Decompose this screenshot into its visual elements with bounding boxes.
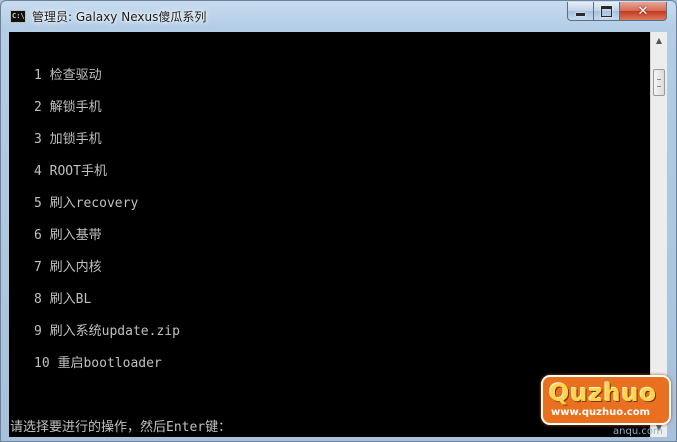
maximize-button[interactable] bbox=[594, 2, 620, 21]
scrollbar-thumb[interactable] bbox=[653, 69, 665, 96]
maximize-icon bbox=[601, 5, 612, 17]
minimize-button[interactable] bbox=[567, 2, 594, 21]
menu-item-flash-kernel: 7 刷入内核 bbox=[34, 260, 102, 275]
menu-item-lock-phone: 3 加锁手机 bbox=[34, 132, 102, 147]
menu-item-flash-baseband: 6 刷入基带 bbox=[34, 228, 102, 243]
menu-item-flash-bl: 8 刷入BL bbox=[34, 292, 92, 307]
watermark-url: www.quzhuo.com bbox=[551, 407, 651, 418]
scroll-up-arrow-icon[interactable]: ▲ bbox=[652, 33, 666, 49]
menu-item-root-phone: 4 ROOT手机 bbox=[34, 164, 107, 179]
minimize-icon bbox=[576, 12, 585, 16]
watermark-logo: Quzhuo bbox=[549, 379, 658, 407]
watermark-badge: Quzhuo www.quzhuo.com bbox=[541, 375, 671, 425]
watermark-subtext: anqu.com bbox=[613, 426, 663, 437]
close-icon: ✕ bbox=[637, 3, 649, 19]
menu-item-check-driver: 1 检查驱动 bbox=[34, 68, 102, 83]
input-prompt: 请选择要进行的操作，然后Enter键： bbox=[10, 420, 232, 435]
window-title: 管理员: Galaxy Nexus傻瓜系列 bbox=[32, 10, 207, 24]
title-bar[interactable]: C:\ 管理员: Galaxy Nexus傻瓜系列 ✕ bbox=[1, 1, 676, 32]
console-app-icon[interactable]: C:\ bbox=[10, 10, 26, 23]
watermark: Quzhuo www.quzhuo.com anqu.com bbox=[541, 375, 673, 439]
menu-item-flash-system: 9 刷入系统update.zip bbox=[34, 324, 180, 339]
close-button[interactable]: ✕ bbox=[620, 2, 667, 21]
menu-item-flash-recovery: 5 刷入recovery bbox=[34, 196, 139, 211]
menu-item-reboot-bootloader: 10 重启bootloader bbox=[34, 356, 162, 371]
menu-item-unlock-phone: 2 解锁手机 bbox=[34, 100, 102, 115]
